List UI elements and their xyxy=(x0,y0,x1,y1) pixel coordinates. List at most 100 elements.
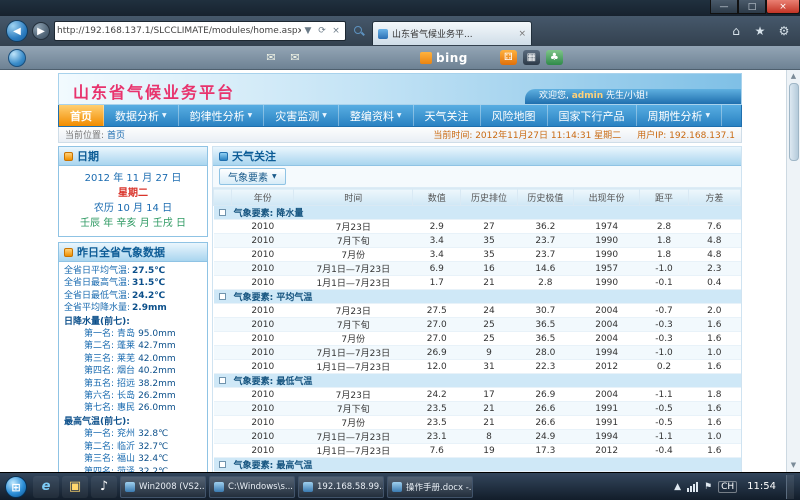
table-row[interactable]: 20107月份23.52126.61991-0.51.6 xyxy=(214,416,741,430)
start-button[interactable]: ⊞ xyxy=(5,476,27,498)
station-name-link[interactable]: 蓬莱 xyxy=(117,341,135,351)
group-label: 气象要素: 平均气温 xyxy=(232,290,741,304)
forward-button[interactable]: ▶ xyxy=(32,22,50,40)
vertical-scrollbar[interactable]: ▲ ▼ xyxy=(786,70,800,472)
station-name-link[interactable]: 青岛 xyxy=(117,329,135,339)
table-row[interactable]: 20107月下旬3.43523.719901.84.8 xyxy=(214,234,741,248)
menu-item-9[interactable]: 周期性分析▼ xyxy=(637,105,723,126)
breadcrumb-page-link[interactable]: 首页 xyxy=(107,128,125,141)
maximize-button[interactable]: □ xyxy=(738,0,766,14)
table-cell: 1月1日—7月23日 xyxy=(294,360,413,374)
table-row[interactable]: 20107月下旬23.52126.61991-0.51.6 xyxy=(214,402,741,416)
scroll-down-icon[interactable]: ▼ xyxy=(791,459,796,472)
close-button[interactable]: × xyxy=(766,0,800,14)
dice-icon[interactable]: ⚃ xyxy=(500,50,517,65)
station-name-link[interactable]: 烟台 xyxy=(117,366,135,376)
rank-row: 第一名:兖州32.8℃ xyxy=(64,428,205,440)
station-name-link[interactable]: 惠民 xyxy=(117,403,135,413)
minimize-button[interactable]: — xyxy=(710,0,738,14)
action-center-flag-icon[interactable]: ⚑ xyxy=(704,482,712,492)
stat-row: 全省日最高气温:31.5℃ xyxy=(64,277,205,289)
station-name-link[interactable]: 招远 xyxy=(117,379,135,389)
table-cell: 36.5 xyxy=(517,318,573,332)
address-dropdown-icon[interactable]: ▼ xyxy=(301,26,315,36)
round-toolbar-icon[interactable] xyxy=(8,49,26,67)
show-desktop-button[interactable] xyxy=(786,475,794,499)
table-cell: 25 xyxy=(461,332,517,346)
table-row[interactable]: 20107月1日—7月23日26.9928.01994-1.01.0 xyxy=(214,346,741,360)
back-button[interactable]: ◀ xyxy=(6,20,28,42)
taskbar-clock[interactable]: 11:54 xyxy=(743,481,780,492)
menu-item-3[interactable]: 韵律性分析▼ xyxy=(179,105,265,126)
rank-label: 第四名: xyxy=(84,467,114,473)
media-player-taskbar-icon[interactable]: ♪ xyxy=(91,476,117,498)
menu-item-7[interactable]: 风险地图 xyxy=(481,105,548,126)
hidden-icons-arrow-icon[interactable]: ▲ xyxy=(674,482,681,492)
rank-value: 26.0mm xyxy=(138,403,176,413)
table-row[interactable]: 20107月份3.43523.719901.84.8 xyxy=(214,248,741,262)
table-row[interactable]: 20101月1日—7月23日1.7212.81990-0.10.4 xyxy=(214,276,741,290)
menu-item-5[interactable]: 整编资料▼ xyxy=(339,105,414,126)
stop-icon[interactable]: × xyxy=(329,26,343,36)
rank-row: 第三名:莱芜42.0mm xyxy=(64,353,205,365)
table-cell: 31.5 xyxy=(413,472,461,473)
refresh-icon[interactable]: ⟳ xyxy=(315,26,329,36)
rank-label: 第一名: xyxy=(84,329,114,339)
menu-item-4[interactable]: 灾害监测▼ xyxy=(264,105,339,126)
element-filter-button[interactable]: 气象要素 ▼ xyxy=(219,168,286,185)
taskbar-window-button-4[interactable]: 操作手册.docx -... xyxy=(387,476,473,498)
menu-item-2[interactable]: 数据分析▼ xyxy=(104,105,179,126)
ie-taskbar-icon[interactable]: e xyxy=(33,476,59,498)
tab-close-icon[interactable]: × xyxy=(518,29,526,39)
input-method-badge[interactable]: CH xyxy=(718,481,737,493)
menu-item-6[interactable]: 天气关注 xyxy=(414,105,481,126)
checkbox[interactable] xyxy=(219,293,226,300)
group-label: 气象要素: 最高气温 xyxy=(232,458,741,472)
table-row[interactable]: 20101月1日—7月23日12.03122.320120.21.6 xyxy=(214,360,741,374)
checkbox[interactable] xyxy=(219,209,226,216)
row-checkbox-cell xyxy=(214,388,232,402)
station-name-link[interactable]: 菏泽 xyxy=(117,467,135,473)
favorites-star-icon[interactable]: ★ xyxy=(750,24,770,38)
scrollbar-thumb[interactable] xyxy=(789,83,799,161)
table-row[interactable]: 20107月23日31.52936.31955,1951-0.32.5 xyxy=(214,472,741,473)
table-row[interactable]: 20107月份27.02536.52004-0.31.6 xyxy=(214,332,741,346)
table-row[interactable]: 20107月1日—7月23日6.91614.61957-1.02.3 xyxy=(214,262,741,276)
table-row[interactable]: 20101月1日—7月23日7.61917.32012-0.41.6 xyxy=(214,444,741,458)
filter-row: 气象要素 ▼ xyxy=(213,166,741,188)
tab-shandong-climate-platform[interactable]: 山东省气候业务平... × xyxy=(372,21,532,45)
table-cell: 1.8 xyxy=(640,234,688,248)
station-name-link[interactable]: 福山 xyxy=(117,454,135,464)
checkbox[interactable] xyxy=(219,377,226,384)
table-row[interactable]: 20107月1日—7月23日23.1824.91994-1.11.0 xyxy=(214,430,741,444)
station-name-link[interactable]: 长岛 xyxy=(117,391,135,401)
table-cell: 2010 xyxy=(232,304,294,318)
explorer-taskbar-icon[interactable]: ▣ xyxy=(62,476,88,498)
station-name-link[interactable]: 临沂 xyxy=(117,442,135,452)
search-icon[interactable] xyxy=(353,25,365,37)
table-cell: 8 xyxy=(461,430,517,444)
table-row[interactable]: 20107月23日27.52430.72004-0.72.0 xyxy=(214,304,741,318)
send-mail-icon[interactable]: ✉ xyxy=(286,50,304,66)
gamepad-icon[interactable]: ▦ xyxy=(523,50,540,65)
table-row[interactable]: 20107月23日24.21726.92004-1.11.8 xyxy=(214,388,741,402)
station-name-link[interactable]: 莱芜 xyxy=(117,354,135,364)
scroll-up-icon[interactable]: ▲ xyxy=(791,70,796,83)
settings-gear-icon[interactable]: ⚙ xyxy=(774,24,794,38)
table-row[interactable]: 20107月下旬27.02536.52004-0.31.6 xyxy=(214,318,741,332)
taskbar-window-button-2[interactable]: C:\Windows\s... xyxy=(209,476,295,498)
station-name-link[interactable]: 兖州 xyxy=(117,429,135,439)
checkbox[interactable] xyxy=(219,461,226,468)
menu-item-8[interactable]: 国家下行产品 xyxy=(548,105,637,126)
plant-icon[interactable]: ♣ xyxy=(546,50,563,65)
bing-logo[interactable]: bing xyxy=(420,51,468,65)
home-icon[interactable]: ⌂ xyxy=(726,24,746,38)
rank-value: 42.7mm xyxy=(138,341,176,351)
network-icon[interactable] xyxy=(687,482,698,492)
menu-item-1[interactable]: 首页 xyxy=(59,105,104,126)
taskbar-window-button-3[interactable]: 192.168.58.99... xyxy=(298,476,384,498)
table-row[interactable]: 20107月23日2.92736.219742.87.6 xyxy=(214,220,741,234)
mail-icon[interactable]: ✉ xyxy=(262,50,280,66)
address-input[interactable] xyxy=(57,23,301,39)
taskbar-window-button-1[interactable]: Win2008 (VS2... xyxy=(120,476,206,498)
